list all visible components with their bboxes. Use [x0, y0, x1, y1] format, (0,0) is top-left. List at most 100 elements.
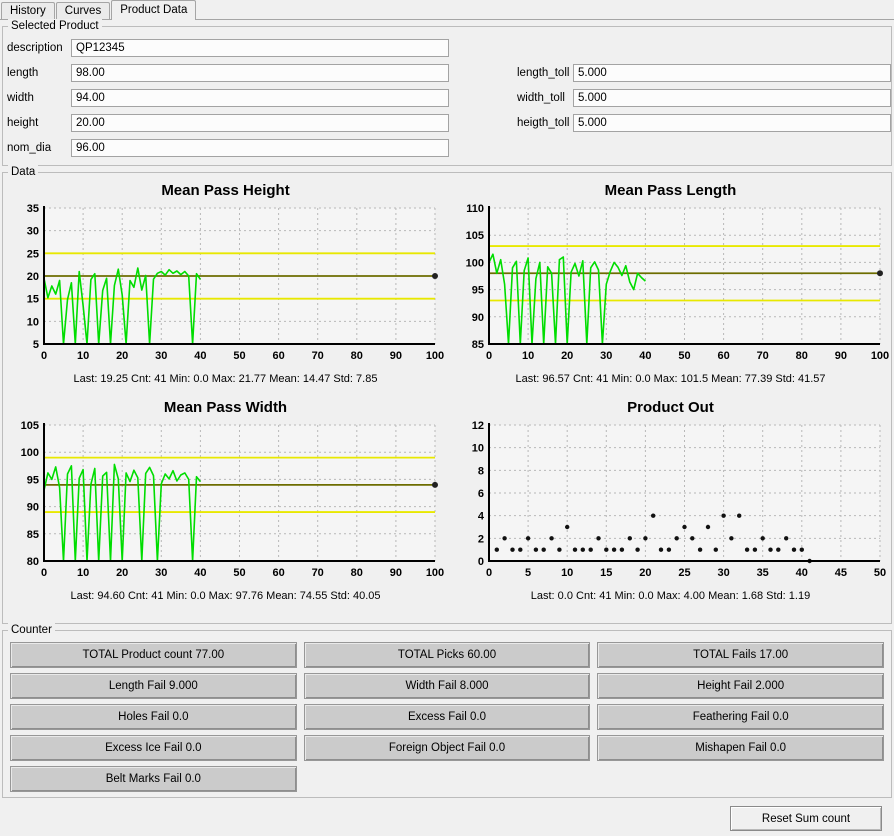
svg-text:6: 6 [478, 488, 484, 500]
svg-text:90: 90 [27, 502, 39, 514]
svg-text:10: 10 [472, 443, 484, 455]
svg-text:60: 60 [272, 567, 284, 579]
chart-stats: Last: 0.0 Cnt: 41 Min: 0.0 Max: 4.00 Mea… [448, 590, 893, 602]
svg-text:40: 40 [194, 350, 206, 362]
svg-text:25: 25 [678, 567, 690, 579]
svg-text:40: 40 [194, 567, 206, 579]
group-data: Data Mean Pass Height 010203040506070809… [2, 172, 892, 624]
svg-text:85: 85 [27, 529, 39, 541]
svg-text:100: 100 [871, 350, 889, 362]
svg-text:95: 95 [27, 474, 39, 486]
svg-text:50: 50 [233, 567, 245, 579]
chart-stats: Last: 19.25 Cnt: 41 Min: 0.0 Max: 21.77 … [3, 373, 448, 385]
svg-text:10: 10 [561, 567, 573, 579]
length-label: length [7, 67, 71, 79]
svg-text:90: 90 [835, 350, 847, 362]
svg-text:10: 10 [77, 350, 89, 362]
svg-text:40: 40 [796, 567, 808, 579]
svg-text:2: 2 [478, 533, 484, 545]
chart-product-out: Product Out 0510152025303540455002468101… [448, 399, 893, 602]
svg-text:35: 35 [757, 567, 769, 579]
svg-text:20: 20 [27, 271, 39, 283]
svg-text:80: 80 [351, 567, 363, 579]
chart-mean-pass-height: Mean Pass Height 01020304050607080901005… [3, 182, 448, 385]
svg-text:80: 80 [796, 350, 808, 362]
tab-history[interactable]: History [1, 2, 55, 19]
svg-text:30: 30 [600, 350, 612, 362]
svg-text:95: 95 [472, 285, 484, 297]
svg-text:25: 25 [27, 248, 39, 260]
tab-curves[interactable]: Curves [56, 2, 110, 19]
counter-feathering-fail[interactable]: Feathering Fail 0.0 [597, 704, 884, 730]
nom-dia-input[interactable] [71, 139, 449, 157]
svg-text:60: 60 [717, 350, 729, 362]
svg-text:20: 20 [116, 350, 128, 362]
group-label: Selected Product [8, 19, 102, 33]
width-input[interactable] [71, 89, 449, 107]
tab-bar: History Curves Product Data [0, 0, 894, 20]
svg-text:85: 85 [472, 339, 484, 351]
svg-text:0: 0 [41, 350, 47, 362]
svg-text:35: 35 [27, 203, 39, 215]
svg-text:105: 105 [21, 420, 39, 432]
counter-holes-fail[interactable]: Holes Fail 0.0 [10, 704, 297, 730]
svg-text:15: 15 [600, 567, 612, 579]
chart-mean-pass-length: Mean Pass Length 01020304050607080901008… [448, 182, 893, 385]
svg-text:5: 5 [525, 567, 531, 579]
svg-text:110: 110 [466, 203, 484, 215]
chart-stats: Last: 96.57 Cnt: 41 Min: 0.0 Max: 101.5 … [448, 373, 893, 385]
svg-text:0: 0 [41, 567, 47, 579]
counter-foreign-object-fail[interactable]: Foreign Object Fail 0.0 [304, 735, 591, 761]
svg-text:70: 70 [757, 350, 769, 362]
counter-belt-marks-fail[interactable]: Belt Marks Fail 0.0 [10, 766, 297, 792]
chart-stats: Last: 94.60 Cnt: 41 Min: 0.0 Max: 97.76 … [3, 590, 448, 602]
length-input[interactable] [71, 64, 449, 82]
svg-text:80: 80 [27, 556, 39, 568]
svg-text:20: 20 [116, 567, 128, 579]
counter-total-picks[interactable]: TOTAL Picks 60.00 [304, 642, 591, 668]
svg-text:8: 8 [478, 465, 484, 477]
svg-text:0: 0 [478, 556, 484, 568]
svg-text:30: 30 [27, 226, 39, 238]
height-input[interactable] [71, 114, 449, 132]
group-label: Data [8, 165, 38, 179]
counter-length-fail[interactable]: Length Fail 9.000 [10, 673, 297, 699]
svg-text:10: 10 [77, 567, 89, 579]
product-data-window: History Curves Product Data Selected Pro… [0, 0, 894, 836]
counter-excess-fail[interactable]: Excess Fail 0.0 [304, 704, 591, 730]
counter-excess-ice-fail[interactable]: Excess Ice Fail 0.0 [10, 735, 297, 761]
reset-sum-count-button[interactable]: Reset Sum count [730, 806, 882, 831]
width-toll-input[interactable] [573, 89, 891, 107]
heigth-toll-input[interactable] [573, 114, 891, 132]
chart-grid: Mean Pass Height 01020304050607080901005… [3, 173, 891, 602]
svg-text:30: 30 [155, 567, 167, 579]
svg-text:60: 60 [272, 350, 284, 362]
svg-text:50: 50 [233, 350, 245, 362]
chart-title: Mean Pass Height [3, 182, 448, 199]
chart-plot: 05101520253035404550024681012 [449, 419, 892, 583]
svg-text:100: 100 [426, 567, 444, 579]
counter-mishapen-fail[interactable]: Mishapen Fail 0.0 [597, 735, 884, 761]
counter-total-product-count[interactable]: TOTAL Product count 77.00 [10, 642, 297, 668]
svg-text:45: 45 [835, 567, 847, 579]
svg-text:90: 90 [390, 350, 402, 362]
svg-text:30: 30 [717, 567, 729, 579]
length-toll-input[interactable] [573, 64, 891, 82]
svg-text:105: 105 [466, 230, 484, 242]
svg-text:50: 50 [874, 567, 886, 579]
counter-grid: TOTAL Product count 77.00 TOTAL Picks 60… [3, 631, 891, 798]
tab-product-data[interactable]: Product Data [111, 0, 196, 20]
group-label: Counter [8, 623, 55, 637]
svg-text:10: 10 [522, 350, 534, 362]
counter-height-fail[interactable]: Height Fail 2.000 [597, 673, 884, 699]
nom-dia-label: nom_dia [7, 142, 71, 154]
svg-text:70: 70 [312, 567, 324, 579]
width-toll-label: width_toll [517, 92, 573, 104]
counter-width-fail[interactable]: Width Fail 8.000 [304, 673, 591, 699]
counter-total-fails[interactable]: TOTAL Fails 17.00 [597, 642, 884, 668]
svg-text:50: 50 [678, 350, 690, 362]
svg-text:40: 40 [639, 350, 651, 362]
chart-title: Mean Pass Width [3, 399, 448, 416]
description-input[interactable] [71, 39, 449, 57]
svg-text:0: 0 [486, 567, 492, 579]
